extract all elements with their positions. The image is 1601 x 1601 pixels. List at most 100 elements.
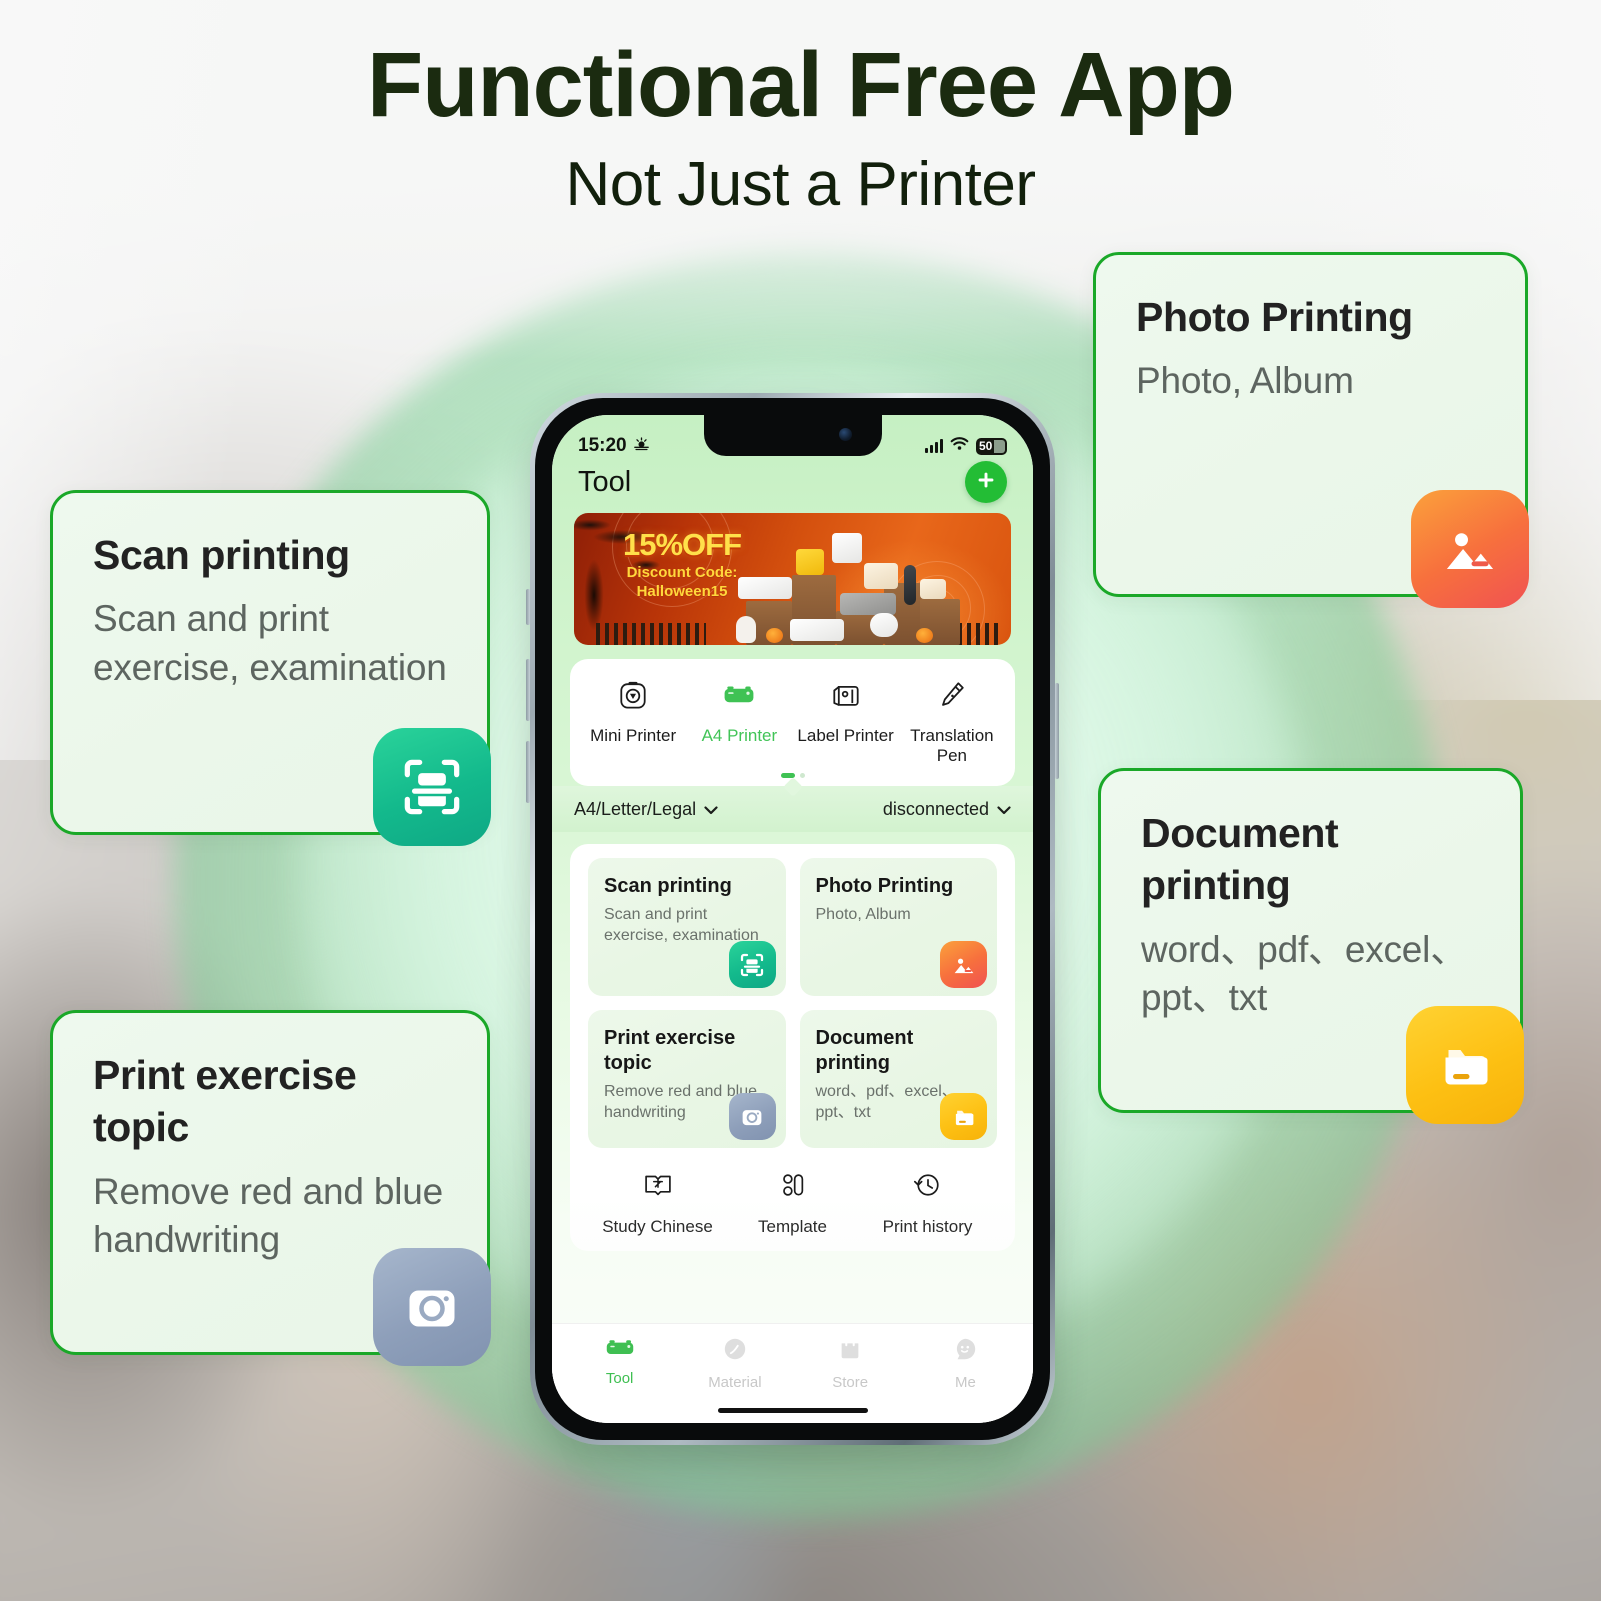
folder-icon [940,1093,987,1141]
label-printer-icon [828,677,864,718]
add-device-button[interactable] [965,461,1007,503]
page-subtitle: Not Just a Printer [565,150,1036,220]
material-icon [722,1336,748,1367]
tile-title: Document printing [815,1027,914,1075]
connection-status-selector[interactable]: disconnected [883,799,1011,820]
device-item-a4-printer[interactable]: A4 Printer [686,677,792,765]
profile-icon [952,1336,978,1367]
callout-card-photo-printing: Photo Printing Photo, Album [1093,252,1529,608]
volume-down-button[interactable] [526,741,530,803]
phone-notch [703,415,882,456]
callout-title: Document printing [1141,810,1339,909]
fence-decor [596,623,706,645]
app-screen: 15:20 50 Tool 15%OFF Discount Code: Hall… [552,415,1033,1423]
scan-document-icon [728,941,776,989]
battery-level: 50 [979,439,993,453]
app-title-bar: Tool [552,459,1033,513]
promo-banner[interactable]: 15%OFF Discount Code: Halloween15 [574,513,1011,645]
quick-action-label: Print history [882,1217,973,1237]
callout-title: Photo Printing [1136,294,1413,340]
folder-icon [1406,1006,1524,1124]
device-label: Label Printer [797,726,894,745]
tile-title: Print exercise topic [604,1027,736,1075]
battery-icon: 50 [976,437,1007,455]
a4-printer-icon [721,677,757,718]
tile-print-exercise-topic[interactable]: Print exercise topic Remove red and blue… [588,1010,786,1149]
mini-printer-icon [615,677,651,718]
power-button[interactable] [1055,683,1059,779]
printer-icon [605,1336,635,1363]
scan-document-icon [373,728,491,846]
tile-photo-printing[interactable]: Photo Printing Photo, Album [799,858,997,997]
paper-size-selector[interactable]: A4/Letter/Legal [574,799,718,820]
device-label: Translation Pen [910,726,994,765]
chevron-down-icon [704,799,718,820]
camera-icon [728,1093,776,1141]
template-grid-icon [776,1168,810,1207]
tile-title: Photo Printing [815,875,954,898]
device-label: Mini Printer [590,726,677,745]
tab-tool[interactable]: Tool [562,1336,677,1391]
tile-scan-printing[interactable]: Scan printing Scan and print exercise, e… [588,858,786,997]
history-clock-icon [911,1168,945,1207]
bottom-tab-bar: Tool Material Store Me [552,1323,1033,1397]
camera-icon [373,1248,491,1366]
volume-up-button[interactable] [526,659,530,721]
banner-product-group [724,527,967,645]
front-camera-icon [838,428,852,441]
status-bar-right: 50 [925,435,1007,457]
status-bar-left: 15:20 [578,435,650,457]
phone-frame: 15:20 50 Tool 15%OFF Discount Code: Hall… [526,393,1059,1445]
heading-block: Functional Free App Not Just a Printer [0,34,1601,220]
image-icon [940,941,987,989]
device-item-translation-pen[interactable]: Translation Pen [899,677,1005,765]
chevron-down-icon [997,799,1011,820]
callout-desc: Photo, Album [1136,360,1354,402]
store-bag-icon [837,1336,863,1367]
device-item-label-printer[interactable]: Label Printer [793,677,899,765]
app-page-title: Tool [578,465,632,498]
tile-document-printing[interactable]: Document printing word、pdf、excel、ppt、txt [799,1010,997,1149]
home-indicator[interactable] [717,1407,868,1413]
tab-me[interactable]: Me [908,1336,1023,1391]
device-item-mini-printer[interactable]: Mini Printer [580,677,686,765]
feature-panel: Scan printing Scan and print exercise, e… [570,844,1015,1252]
device-selector-card: Mini Printer A4 Printer Label Printer Tr… [570,659,1015,787]
device-pager-dots[interactable] [580,765,1005,779]
connection-status-value: disconnected [882,798,989,819]
plus-icon [975,469,997,496]
device-label: A4 Printer [701,726,778,745]
quick-actions-row: Study Chinese Template Print history [570,1148,1015,1237]
tile-title: Scan printing [604,875,732,898]
home-indicator-area [552,1397,1033,1423]
image-icon [1411,490,1529,608]
tab-material[interactable]: Material [677,1336,792,1391]
quick-action-label: Template [758,1217,827,1237]
device-list: Mini Printer A4 Printer Label Printer Tr… [580,677,1005,765]
mute-switch[interactable] [526,589,530,625]
tab-store[interactable]: Store [793,1336,908,1391]
wifi-icon [950,435,969,457]
status-time: 15:20 [578,435,627,456]
tab-label: Material [708,1374,762,1391]
feature-tiles-grid: Scan printing Scan and print exercise, e… [570,844,1015,1149]
tab-label: Me [954,1374,976,1391]
quick-action-print-history[interactable]: Print history [860,1168,995,1237]
phone-bezel: 15:20 50 Tool 15%OFF Discount Code: Hall… [535,398,1050,1440]
tab-label: Store [832,1374,869,1391]
quick-action-template[interactable]: Template [725,1168,860,1237]
pager-dot [799,773,805,779]
callout-card-scan-printing: Scan printing Scan and print exercise, e… [50,490,491,846]
tab-label: Tool [605,1370,634,1387]
quick-action-study-chinese[interactable]: Study Chinese [590,1168,725,1237]
callout-title: Print exercise topic [93,1052,357,1151]
page-title: Functional Free App [367,34,1235,136]
callout-desc: Scan and print exercise, examination [93,598,447,688]
phone-mockup: 15:20 50 Tool 15%OFF Discount Code: Hall… [508,377,1077,1471]
callout-title: Scan printing [93,532,350,578]
cellular-signal-icon [925,439,943,453]
book-chinese-icon [641,1168,675,1207]
tile-desc: Photo, Album [815,906,911,924]
phone-screen: 15:20 50 Tool 15%OFF Discount Code: Hall… [552,415,1033,1423]
